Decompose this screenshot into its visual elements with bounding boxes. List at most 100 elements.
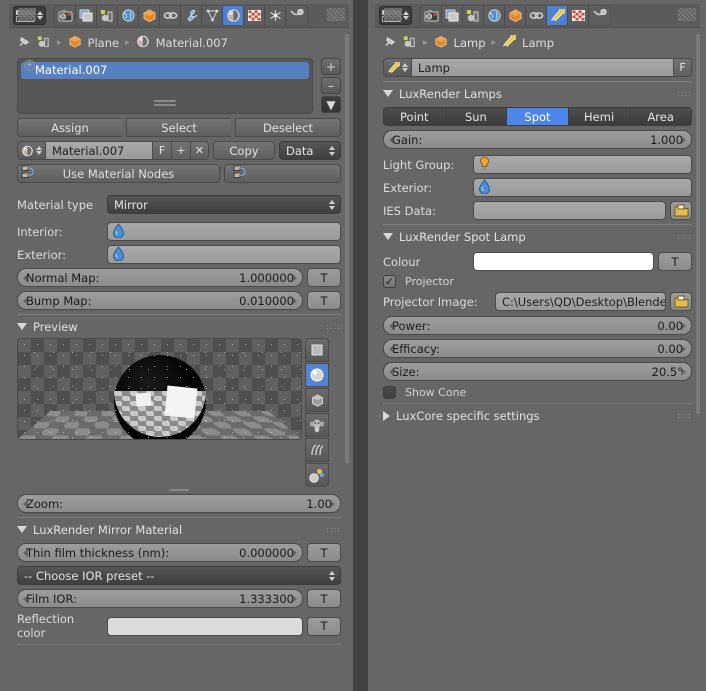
size-slider[interactable]: Size: 20.5° xyxy=(383,362,692,381)
increment-arrow-icon[interactable] xyxy=(681,135,686,144)
decrement-arrow-icon[interactable] xyxy=(23,499,28,508)
unlink-material-button[interactable]: ✕ xyxy=(190,141,209,160)
preview-resize-grip[interactable] xyxy=(17,489,341,491)
show-cone-checkbox[interactable] xyxy=(383,386,396,399)
thin-film-thickness-slider[interactable]: Thin film thickness (nm): 0.000000 xyxy=(17,543,303,562)
decrement-arrow-icon[interactable] xyxy=(23,548,28,557)
object-tab[interactable] xyxy=(139,6,160,25)
decrement-arrow-icon[interactable] xyxy=(389,321,394,330)
increment-arrow-icon[interactable] xyxy=(681,367,686,376)
section-grip-icon[interactable]: :::: xyxy=(677,89,692,98)
lamp-data-tab[interactable] xyxy=(547,6,568,25)
decrement-arrow-icon[interactable] xyxy=(23,296,28,305)
lamp-type-point[interactable]: Point xyxy=(383,107,445,126)
pin-icon[interactable] xyxy=(17,35,31,52)
preview-section-header[interactable]: Preview :::: xyxy=(17,314,341,336)
select-button[interactable]: Select xyxy=(126,118,231,137)
preview-zoom-slider[interactable]: Zoom: 1.00 xyxy=(17,494,341,513)
texture-tab[interactable] xyxy=(568,6,589,25)
luxcore-settings-header[interactable]: LuxCore specific settings :::: xyxy=(383,403,692,425)
preview-sphere-icon[interactable] xyxy=(305,363,329,387)
scene-tab[interactable] xyxy=(463,6,484,25)
increment-arrow-icon[interactable] xyxy=(292,548,297,557)
pin-icon[interactable] xyxy=(383,35,397,52)
constraints-tab[interactable] xyxy=(160,6,181,25)
decrement-arrow-icon[interactable] xyxy=(23,594,28,603)
projector-image-path-input[interactable]: C:\Users\QD\Desktop\Blender\k44… xyxy=(495,292,666,311)
panel-scrollbar-left[interactable] xyxy=(345,34,349,691)
physics-tab[interactable] xyxy=(589,6,610,25)
render-layers-tab[interactable] xyxy=(442,6,463,25)
material-slot-item[interactable]: Material.007 xyxy=(21,62,309,79)
normal-map-texture-button[interactable]: T xyxy=(307,268,341,287)
world-tab[interactable] xyxy=(118,6,139,25)
material-tab[interactable] xyxy=(223,6,244,25)
data-link-dropdown[interactable]: Data xyxy=(279,141,341,160)
physics-tab[interactable] xyxy=(286,6,307,25)
increment-arrow-icon[interactable] xyxy=(330,499,335,508)
slot-specials-menu-button[interactable]: ▼ xyxy=(321,96,341,113)
mirror-section-header[interactable]: LuxRender Mirror Material :::: xyxy=(17,517,341,539)
ies-open-file-button[interactable] xyxy=(670,201,692,220)
fake-user-button[interactable]: F xyxy=(152,141,171,160)
scene-tab[interactable] xyxy=(97,6,118,25)
lamp-type-sun[interactable]: Sun xyxy=(444,107,507,126)
thin-film-texture-button[interactable]: T xyxy=(307,543,341,562)
decrement-arrow-icon[interactable] xyxy=(23,273,28,282)
increment-arrow-icon[interactable] xyxy=(292,296,297,305)
texture-tab[interactable] xyxy=(244,6,265,25)
modifiers-tab[interactable] xyxy=(181,6,202,25)
render-tab[interactable] xyxy=(421,6,442,25)
lamp-exterior-field[interactable] xyxy=(473,178,692,197)
material-name-input[interactable]: Material.007 xyxy=(45,141,152,160)
data-tab[interactable] xyxy=(202,6,223,25)
material-slot-list[interactable]: Material.007 + xyxy=(17,58,313,114)
preview-render-image[interactable] xyxy=(17,338,302,440)
luxrender-lamps-header[interactable]: LuxRender Lamps :::: xyxy=(383,81,692,103)
section-grip-icon[interactable]: :::: xyxy=(326,525,341,534)
preview-cube-icon[interactable] xyxy=(305,388,329,412)
colour-texture-button[interactable]: T xyxy=(658,252,692,271)
colour-swatch[interactable] xyxy=(473,252,654,271)
gain-slider[interactable]: Gain: 1.000 xyxy=(383,130,692,149)
ior-preset-dropdown[interactable]: -- Choose IOR preset -- xyxy=(17,566,341,585)
projector-image-open-button[interactable] xyxy=(670,292,692,311)
increment-arrow-icon[interactable] xyxy=(681,321,686,330)
material-type-dropdown[interactable]: Mirror xyxy=(107,195,341,214)
add-slot-inline-icon[interactable]: + xyxy=(24,60,35,71)
preview-hair-icon[interactable] xyxy=(305,438,329,462)
film-ior-texture-button[interactable]: T xyxy=(307,589,341,608)
exterior-volume-field[interactable] xyxy=(107,245,341,264)
copy-button[interactable]: Copy xyxy=(213,141,275,160)
fake-user-button[interactable]: F xyxy=(673,58,692,77)
browse-lamp-data-button[interactable] xyxy=(383,58,411,77)
new-material-button[interactable]: + xyxy=(171,141,190,160)
normal-map-slider[interactable]: Normal Map: 1.000000 xyxy=(17,268,303,287)
node-tree-field[interactable] xyxy=(224,164,341,183)
bump-map-slider[interactable]: Bump Map: 0.010000 xyxy=(17,291,303,310)
decrement-arrow-icon[interactable] xyxy=(389,367,394,376)
efficacy-slider[interactable]: Efficacy: 0.00 xyxy=(383,339,692,358)
browse-material-button[interactable] xyxy=(17,141,45,160)
add-slot-button[interactable]: + xyxy=(321,58,341,75)
slot-list-resize-grip[interactable] xyxy=(18,97,312,111)
film-ior-slider[interactable]: Film IOR: 1.333300 xyxy=(17,589,303,608)
render-tab[interactable] xyxy=(55,6,76,25)
preview-sphere-sky-icon[interactable] xyxy=(305,463,329,487)
increment-arrow-icon[interactable] xyxy=(292,273,297,282)
decrement-arrow-icon[interactable] xyxy=(389,344,394,353)
breadcrumb-data-label[interactable]: Lamp xyxy=(522,36,554,50)
section-grip-icon[interactable]: :::: xyxy=(677,411,692,420)
panel-scrollbar-right[interactable] xyxy=(696,34,700,691)
luxrender-spot-lamp-header[interactable]: LuxRender Spot Lamp :::: xyxy=(383,224,692,246)
increment-arrow-icon[interactable] xyxy=(292,594,297,603)
lamp-type-spot[interactable]: Spot xyxy=(506,107,568,126)
decrement-arrow-icon[interactable] xyxy=(389,135,394,144)
preview-monkey-icon[interactable] xyxy=(305,413,329,437)
render-layers-tab[interactable] xyxy=(76,6,97,25)
breadcrumb-object-label[interactable]: Plane xyxy=(88,36,120,50)
breadcrumb-material-label[interactable]: Material.007 xyxy=(156,36,228,50)
editor-type-selector-left[interactable] xyxy=(13,6,46,25)
world-tab[interactable] xyxy=(484,6,505,25)
constraints-tab[interactable] xyxy=(526,6,547,25)
